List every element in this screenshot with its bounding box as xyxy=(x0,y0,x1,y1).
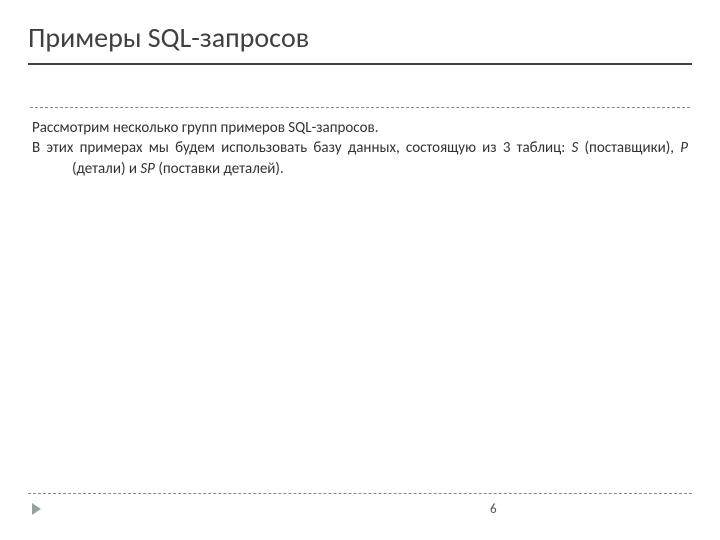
dashed-rule-top xyxy=(30,107,690,108)
footer-row: 6 xyxy=(28,500,692,518)
slide: Примеры SQL-запросов Рассмотрим нескольк… xyxy=(0,0,720,540)
table-name-sp: SP xyxy=(140,160,155,178)
title-underline xyxy=(28,63,692,65)
t1-desc: (поставщики), xyxy=(578,139,680,157)
footer: 6 xyxy=(28,493,692,518)
t2-desc: (детали) и xyxy=(72,160,140,178)
slide-title: Примеры SQL-запросов xyxy=(28,20,692,55)
arrow-icon xyxy=(32,503,41,515)
page-number: 6 xyxy=(490,502,497,517)
body-text: Рассмотрим несколько групп примеров SQL-… xyxy=(28,118,692,179)
table-name-p: P xyxy=(680,139,688,157)
paragraph-2: В этих примерах мы будем использовать ба… xyxy=(32,138,688,179)
t3-desc: (поставки деталей). xyxy=(155,160,284,178)
paragraph-1: Рассмотрим несколько групп примеров SQL-… xyxy=(32,118,688,138)
dashed-rule-bottom xyxy=(28,493,692,494)
p2-prefix: В этих примерах мы будем использовать ба… xyxy=(32,139,571,157)
